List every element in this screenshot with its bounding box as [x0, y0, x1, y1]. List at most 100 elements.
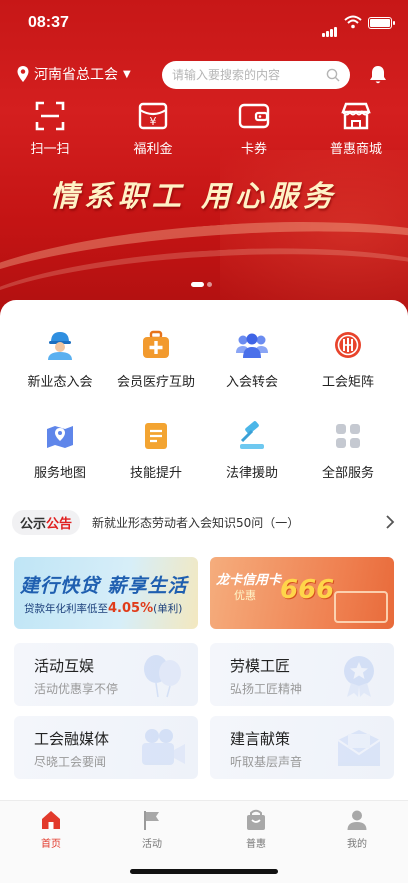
location-selector[interactable]: 河南省总工会 ▼: [16, 64, 131, 84]
announcement-bar[interactable]: 公示公告 新就业形态劳动者入会知识50问（一）: [12, 508, 396, 536]
tile-activities[interactable]: 活动互娱 活动优惠享不停: [14, 643, 198, 706]
union-emblem-icon: [331, 328, 365, 362]
tile-subtitle: 活动优惠享不停: [34, 682, 119, 696]
map-icon: [43, 419, 77, 453]
carousel-indicator[interactable]: [191, 282, 212, 287]
svg-text:¥: ¥: [150, 115, 157, 128]
status-time: 08:37: [28, 14, 69, 31]
service-label: 入会转会: [225, 375, 278, 390]
announcement-tag: 公示公告: [12, 509, 81, 535]
service-union-matrix[interactable]: 工会矩阵: [298, 328, 398, 390]
quick-action-welfare[interactable]: ¥ 福利金: [123, 100, 183, 157]
tab-label: 首页: [41, 839, 61, 850]
tab-label: 普惠: [246, 839, 266, 850]
medical-kit-icon: [139, 328, 173, 362]
service-legal-aid[interactable]: 法律援助: [202, 419, 302, 481]
flag-icon: [144, 811, 159, 830]
battery-icon: [368, 17, 395, 29]
home-icon: [42, 811, 60, 829]
tile-media[interactable]: 工会融媒体 尽晓工会要闻: [14, 716, 198, 779]
medal-icon: [344, 656, 374, 697]
announcement-tag-prefix: 公示: [20, 516, 47, 532]
service-transfer[interactable]: 入会转会: [202, 328, 302, 390]
quick-actions: 扫一扫 ¥ 福利金 卡券 普惠商城: [0, 100, 408, 160]
home-indicator: [130, 869, 278, 874]
tile-subtitle: 听取基层声音: [230, 755, 303, 769]
tile-title: 劳模工匠: [230, 657, 291, 675]
tab-benefits[interactable]: 普惠: [226, 809, 286, 850]
ccb-banner-subtitle: 贷款年化利率低至4.05%(单利): [24, 601, 182, 616]
quick-action-coupons[interactable]: 卡券: [224, 100, 284, 157]
announcement-tag-suffix: 公告: [46, 516, 73, 532]
cellular-signal-icon: [322, 18, 338, 37]
hero-header: 08:37 河南省总工会 ▼ 请输入要搜索的内容 扫一扫 ¥ 福利金 卡券 普惠…: [0, 0, 408, 318]
tab-profile[interactable]: 我的: [327, 809, 387, 850]
hero-slogan: 情系职工 用心服务: [50, 179, 338, 213]
ccb-loan-banner[interactable]: 建行快贷 薪享生活 贷款年化利率低至4.05%(单利): [14, 557, 198, 629]
service-label: 全部服务: [321, 466, 374, 481]
notification-bell-icon[interactable]: [367, 64, 389, 86]
main-card: 新业态入会 会员医疗互助 入会转会 工会矩阵 服务地图 技能提升 法律援助 全部…: [0, 300, 408, 800]
user-icon: [347, 810, 367, 830]
ccb-banner-title: 建行快贷 薪享生活: [20, 575, 188, 597]
tile-title: 活动互娱: [34, 657, 95, 675]
tile-subtitle: 尽晓工会要闻: [34, 755, 107, 769]
service-all[interactable]: 全部服务: [298, 419, 398, 481]
service-label: 服务地图: [33, 466, 86, 481]
location-pin-icon: [17, 66, 29, 82]
carousel-dot: [207, 282, 212, 287]
video-camera-icon: [142, 729, 185, 765]
search-input[interactable]: [172, 68, 326, 82]
group-icon: [235, 328, 269, 362]
balloon-icon: [144, 655, 181, 698]
quick-action-label: 扫一扫: [30, 142, 70, 157]
service-label: 新业态入会: [27, 375, 93, 390]
service-new-membership[interactable]: 新业态入会: [10, 328, 110, 390]
quick-action-label: 福利金: [133, 142, 173, 157]
market-stall-illustration: [334, 591, 388, 623]
service-medical-aid[interactable]: 会员医疗互助: [106, 328, 206, 390]
ccb-banner-rate: 4.05%: [108, 601, 154, 616]
longka-banner-subtitle: 优惠: [234, 589, 256, 602]
announcement-text: 新就业形态劳动者入会知识50问（一）: [92, 515, 300, 530]
worker-icon: [43, 328, 77, 362]
quick-action-label: 卡券: [240, 142, 267, 157]
carousel-dot-active: [191, 282, 204, 287]
chevron-down-icon: ▼: [123, 68, 131, 80]
tile-model-workers[interactable]: 劳模工匠 弘扬工匠精神: [210, 643, 394, 706]
quick-action-label: 普惠商城: [329, 142, 382, 157]
quick-action-mall[interactable]: 普惠商城: [326, 100, 386, 157]
shop-icon: [341, 102, 371, 130]
chevron-right-icon[interactable]: [384, 514, 396, 530]
tile-suggestions[interactable]: 建言献策 听取基层声音: [210, 716, 394, 779]
longka-banner-number: 666: [280, 575, 335, 605]
grid-icon: [331, 419, 365, 453]
ccb-banner-sub-prefix: 贷款年化利率低至: [24, 603, 108, 615]
longka-banner-title: 龙卡信用卡: [216, 573, 282, 588]
tile-subtitle: 弘扬工匠精神: [230, 682, 303, 696]
skill-icon: [139, 419, 173, 453]
wifi-icon: [344, 15, 362, 29]
search-bar[interactable]: [162, 61, 350, 89]
wallet-icon: [238, 103, 270, 129]
tab-activities[interactable]: 活动: [122, 809, 182, 850]
tab-label: 我的: [347, 839, 367, 850]
search-icon[interactable]: [326, 68, 340, 82]
bag-icon: [247, 809, 265, 830]
service-map[interactable]: 服务地图: [10, 419, 110, 481]
longka-card-banner[interactable]: 龙卡信用卡 优惠 666: [210, 557, 394, 629]
envelope-icon: [337, 730, 381, 766]
quick-action-scan[interactable]: 扫一扫: [20, 100, 80, 157]
gavel-icon: [235, 419, 269, 453]
service-skills[interactable]: 技能提升: [106, 419, 206, 481]
service-label: 工会矩阵: [321, 375, 374, 390]
welfare-icon: ¥: [138, 102, 168, 130]
tile-title: 工会融媒体: [34, 730, 110, 748]
scan-icon: [35, 101, 65, 131]
service-label: 法律援助: [225, 466, 278, 481]
tab-label: 活动: [142, 839, 162, 850]
tab-home[interactable]: 首页: [21, 809, 81, 850]
service-label: 会员医疗互助: [116, 375, 195, 390]
status-bar: 08:37: [0, 0, 408, 48]
service-label: 技能提升: [129, 466, 182, 481]
